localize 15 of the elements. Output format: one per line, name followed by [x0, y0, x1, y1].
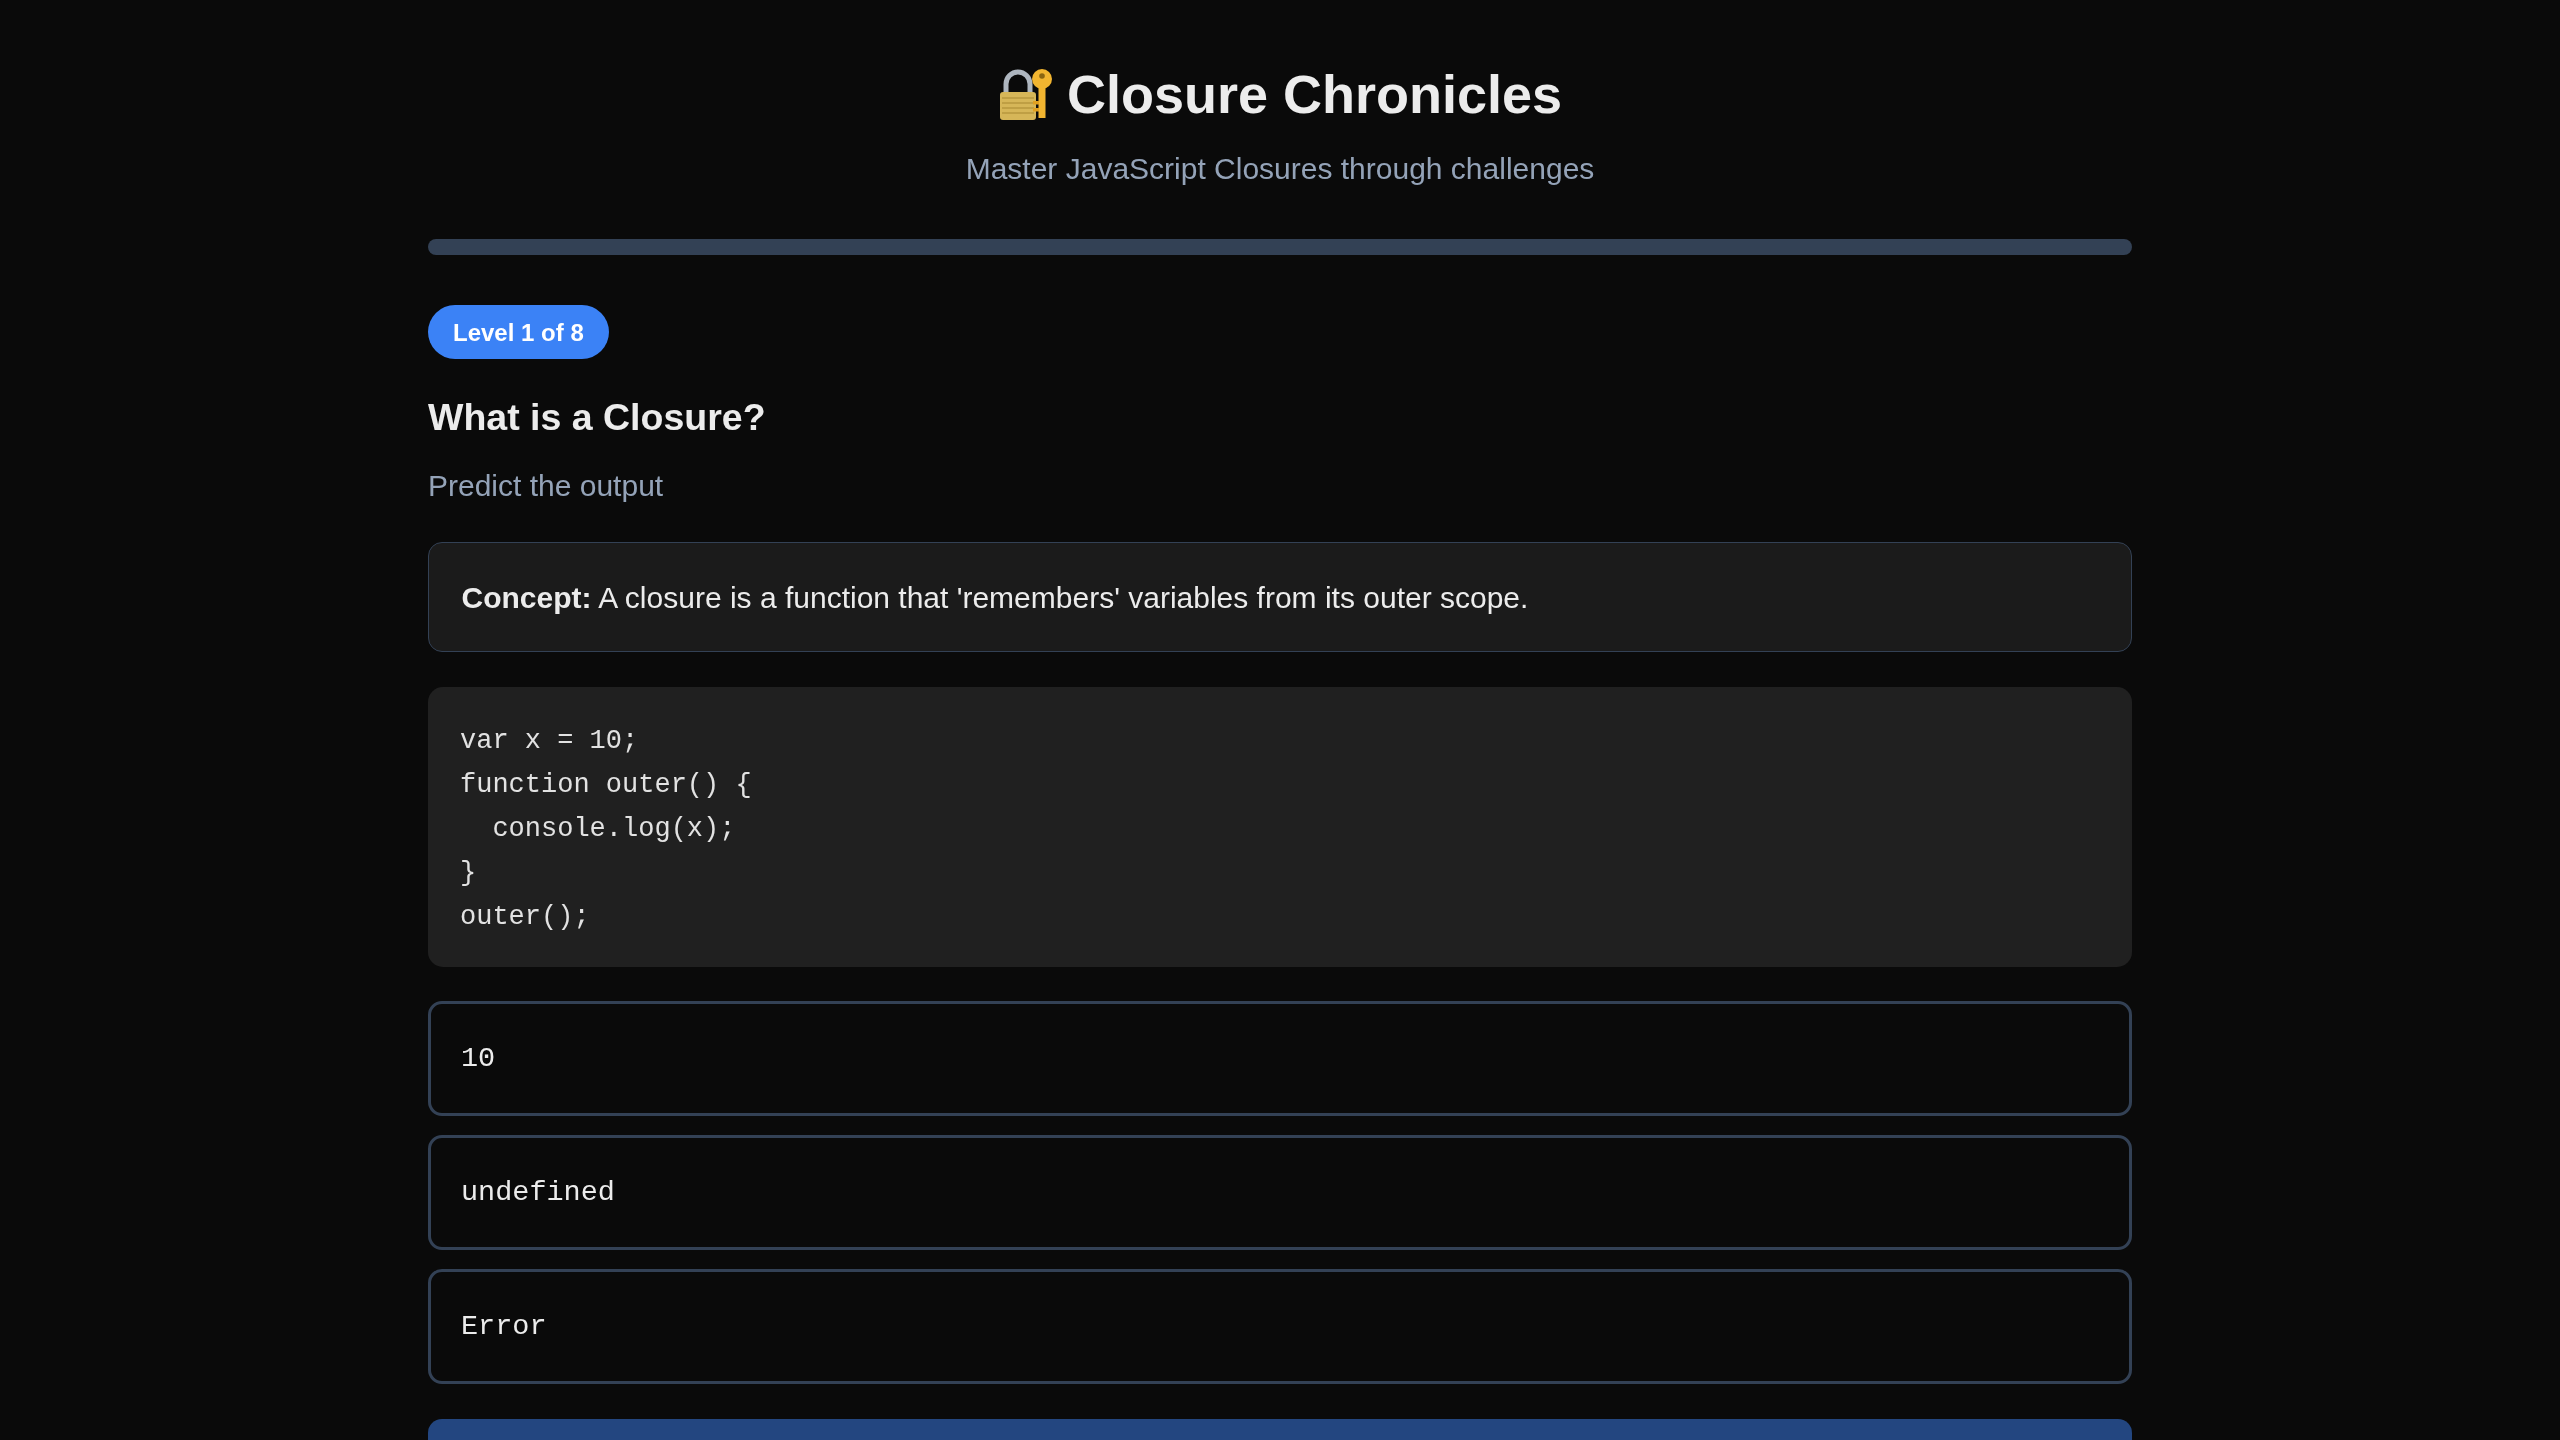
code-line: function outer() { [460, 769, 752, 802]
code-line: } [460, 857, 477, 890]
code-line: console.log(x); [491, 813, 736, 846]
code-line: var x = 10; [460, 725, 639, 758]
challenge-title: What is a Closure? [428, 395, 767, 440]
answer-option[interactable]: 10 [428, 1001, 2132, 1116]
challenge-prompt: Predict the output [428, 468, 665, 504]
level-badge: Level 1 of 8 [428, 305, 609, 359]
answer-option[interactable]: Error [428, 1269, 2132, 1384]
lock-with-key-icon [997, 68, 1053, 121]
app-title: Closure Chronicles [1066, 63, 1563, 126]
app-subtitle: Master JavaScript Closures through challenges [964, 151, 1596, 187]
concept-text: Concept: A closure is a function that 'remembers' variables from its outer scope. [461, 579, 1530, 616]
answer-option[interactable]: undefined [428, 1135, 2132, 1250]
code-line: outer(); [460, 901, 590, 934]
